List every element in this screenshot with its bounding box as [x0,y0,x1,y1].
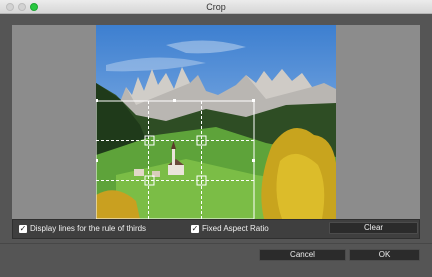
cancel-button[interactable]: Cancel [259,249,346,261]
rule-of-thirds-option[interactable]: ✓ Display lines for the rule of thirds [19,224,146,233]
title-bar: Crop [0,0,432,14]
fixed-aspect-ratio-checkbox[interactable]: ✓ [191,223,199,233]
clear-button[interactable]: Clear [329,222,418,234]
rule-of-thirds-checkbox[interactable]: ✓ [19,223,27,233]
checkmark-icon: ✓ [19,223,27,233]
fixed-aspect-ratio-label: Fixed Aspect Ratio [202,224,269,233]
ok-button[interactable]: OK [349,249,420,261]
preview-image [96,25,336,219]
rule-of-thirds-label: Display lines for the rule of thirds [30,224,147,233]
footer-divider [0,243,432,244]
fixed-aspect-ratio-option[interactable]: ✓ Fixed Aspect Ratio [191,224,269,233]
checkmark-icon: ✓ [191,223,199,233]
crop-preview-area [12,25,420,219]
window-title: Crop [206,2,226,12]
